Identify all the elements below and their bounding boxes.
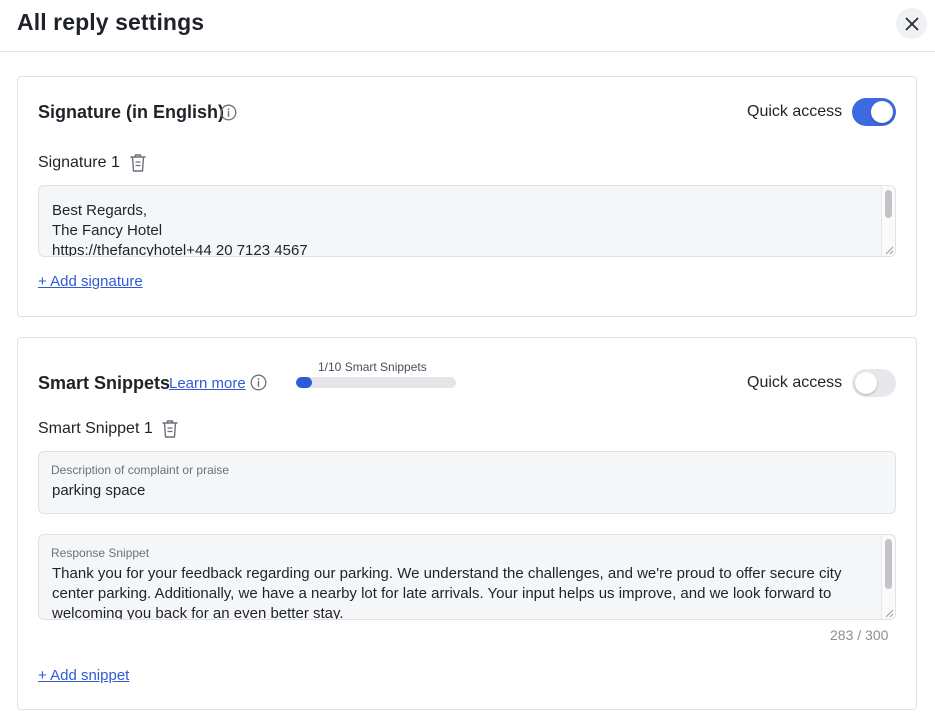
signature-textarea[interactable]: Best Regards, The Fancy Hotel https://th…	[38, 185, 896, 257]
snippet-progress-fill	[296, 377, 312, 388]
close-button[interactable]	[896, 8, 927, 39]
response-snippet-textarea[interactable]: Response Snippet Thank you for your feed…	[38, 534, 896, 620]
description-field[interactable]: Description of complaint or praise parki…	[38, 451, 896, 514]
info-icon[interactable]	[220, 104, 237, 121]
snippet-progress-bar	[296, 377, 456, 388]
description-field-label: Description of complaint or praise	[51, 463, 230, 477]
toggle-knob	[855, 372, 877, 394]
snippet-item-label: Smart Snippet 1	[38, 420, 153, 437]
signature-quick-access-label: Quick access	[747, 103, 843, 120]
modal-title: All reply settings	[17, 9, 205, 35]
snippets-quick-access-toggle[interactable]	[852, 369, 896, 397]
signature-item-label: Signature 1	[38, 154, 120, 171]
scroll-thumb[interactable]	[885, 190, 892, 218]
add-signature-link[interactable]: + Add signature	[38, 273, 143, 290]
description-field-value: parking space	[52, 482, 146, 499]
toggle-knob	[871, 101, 893, 123]
resize-handle[interactable]	[884, 608, 894, 618]
snippet-progress-label: 1/10 Smart Snippets	[318, 360, 427, 374]
trash-icon[interactable]	[160, 418, 180, 440]
close-icon	[905, 17, 918, 30]
character-counter: 283 / 300	[830, 627, 889, 643]
learn-more-link[interactable]: Learn more	[169, 375, 246, 392]
info-icon[interactable]	[250, 374, 267, 391]
response-snippet-text: Thank you for your feedback regarding ou…	[52, 565, 846, 620]
resize-handle[interactable]	[884, 245, 894, 255]
snippets-quick-access-label: Quick access	[747, 374, 843, 391]
scrollbar[interactable]	[881, 535, 895, 619]
response-snippet-label: Response Snippet	[51, 546, 150, 560]
signature-quick-access-toggle[interactable]	[852, 98, 896, 126]
scroll-thumb[interactable]	[885, 539, 892, 589]
signature-title: Signature (in English)	[38, 102, 225, 122]
trash-icon[interactable]	[128, 152, 148, 174]
modal-header: All reply settings	[0, 0, 935, 52]
signature-text: Best Regards, The Fancy Hotel https://th…	[52, 202, 308, 257]
smart-snippets-title: Smart Snippets	[38, 373, 171, 393]
add-snippet-link[interactable]: + Add snippet	[38, 667, 129, 684]
smart-snippets-card: Smart Snippets Learn more 1/10 Smart Sni…	[17, 337, 917, 710]
signature-card: Signature (in English) Quick access Sign…	[17, 76, 917, 317]
